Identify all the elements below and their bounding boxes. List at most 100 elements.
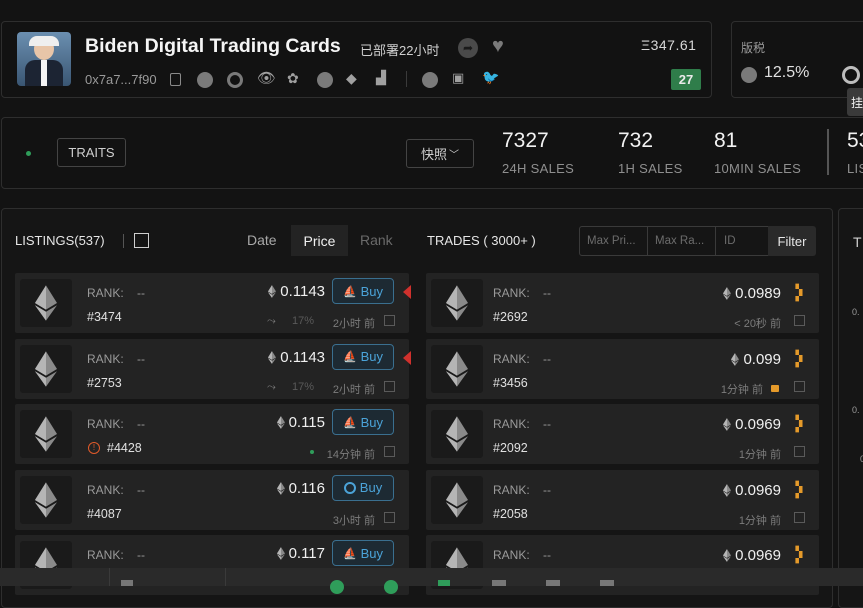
alert-flag-icon: [403, 350, 411, 365]
traits-button[interactable]: TRAITS: [57, 138, 126, 167]
external-link-icon[interactable]: [794, 380, 805, 392]
nft-thumbnail[interactable]: [431, 344, 483, 393]
token-id[interactable]: #2692: [493, 310, 528, 324]
token-id[interactable]: #3456: [493, 376, 528, 390]
opensea-icon: ⛵: [342, 285, 357, 298]
price-value: 0.116: [288, 479, 325, 497]
nft-thumbnail[interactable]: [431, 475, 483, 524]
twitter-icon[interactable]: 🐦: [482, 69, 499, 86]
diamond-icon[interactable]: ◆: [346, 70, 357, 87]
token-id[interactable]: #2058: [493, 507, 528, 521]
rank-value: --: [137, 286, 145, 300]
green-icon[interactable]: [384, 580, 398, 594]
royalty-card: 版税 12.5%: [731, 21, 863, 98]
buy-label: Buy: [360, 414, 384, 430]
contract-address[interactable]: 0x7a7...7f90: [85, 72, 157, 87]
token-id[interactable]: #4428: [107, 441, 142, 455]
listing-row[interactable]: RANK: -- 0.117 ⛵ Buy: [15, 535, 409, 595]
price-value: 0.099: [743, 350, 781, 368]
collection-header: Biden Digital Trading Cards 已部署22小时 ➦ ♥ …: [1, 21, 712, 98]
external-link-icon[interactable]: [384, 511, 395, 523]
max-price-input[interactable]: Max Pri...: [579, 226, 648, 256]
doc-icon[interactable]: [438, 580, 450, 586]
nft-thumbnail[interactable]: [431, 410, 483, 458]
listing-row[interactable]: RANK: -- #3474 0.1143 ⛵ Buy ⤳ 17% 2小时 前: [15, 273, 409, 333]
rank-value: --: [137, 482, 145, 497]
price-value: 0.117: [288, 545, 325, 562]
toolbar-item[interactable]: [225, 568, 310, 586]
max-rank-input[interactable]: Max Ra...: [647, 226, 716, 256]
trade-row[interactable]: RANK: -- #2692 0.0989 ▚ ▞ < 20秒 前: [426, 273, 819, 333]
share-icon[interactable]: ➦: [458, 38, 478, 58]
filters: Max Pri... Max Ra... ID Filter: [579, 226, 817, 256]
chart-icon[interactable]: ▟: [376, 70, 386, 86]
opensea-icon: ⛵: [342, 547, 357, 560]
eth-icon: [723, 549, 732, 562]
token-id[interactable]: #2753: [87, 376, 122, 390]
id-input[interactable]: ID: [715, 226, 769, 256]
external-link-icon[interactable]: [384, 380, 395, 392]
buy-button[interactable]: ⛵ Buy: [332, 540, 394, 566]
opensea-icon[interactable]: [197, 72, 213, 88]
nft-thumbnail[interactable]: [20, 344, 72, 393]
trade-row[interactable]: RANK: -- #3456 0.099 ▚ ▞ 1分钟 前: [426, 338, 819, 399]
external-link-icon[interactable]: [794, 315, 805, 326]
green-icon[interactable]: [330, 580, 344, 594]
rank-label: RANK:: [87, 482, 124, 497]
eye-icon[interactable]: 👁: [257, 69, 276, 87]
mail-icon[interactable]: [492, 580, 506, 586]
marketplace-tag-icon: ▚ ▞: [795, 480, 803, 498]
rank-value: --: [543, 482, 551, 497]
royalty-value: 12.5%: [764, 64, 810, 81]
toolbar-item[interactable]: [0, 568, 110, 586]
buy-button[interactable]: Buy: [332, 474, 394, 501]
discord-icon[interactable]: ▣: [452, 70, 464, 86]
gift-icon[interactable]: [600, 580, 614, 586]
buy-button[interactable]: ⛵ Buy: [332, 343, 394, 370]
sort-tab-price-label: Price: [303, 232, 336, 249]
rank-label: RANK:: [493, 417, 530, 431]
calendar-icon[interactable]: [121, 580, 133, 586]
price-value: 0.1143: [280, 283, 325, 300]
buy-button[interactable]: ⛵ Buy: [332, 278, 394, 304]
nft-thumbnail[interactable]: [431, 279, 483, 327]
list-icon[interactable]: [546, 580, 560, 586]
looksrare-icon[interactable]: [227, 72, 243, 88]
heart-icon[interactable]: ♥: [492, 35, 504, 58]
nft-thumbnail[interactable]: [20, 279, 72, 327]
gem-icon[interactable]: ✿: [287, 70, 299, 87]
nft-thumbnail[interactable]: [20, 410, 72, 458]
external-link-icon[interactable]: [384, 446, 395, 457]
external-link-icon[interactable]: [384, 315, 395, 326]
axis-tick: 0.: [852, 405, 860, 415]
royalty-ring-icon[interactable]: [842, 66, 860, 84]
sort-tab-date[interactable]: Date: [247, 232, 277, 248]
token-id[interactable]: #2092: [493, 441, 528, 455]
external-link-icon[interactable]: [794, 511, 805, 523]
trade-row[interactable]: RANK: -- #2092 0.0969 ▚ ▞ 1分钟 前: [426, 404, 819, 464]
select-all-checkbox[interactable]: [134, 233, 149, 248]
buy-button[interactable]: ⛵ Buy: [332, 409, 394, 435]
eth-icon: [723, 287, 732, 300]
filter-button[interactable]: Filter: [768, 226, 816, 256]
listing-price: 0.117: [276, 545, 325, 562]
trade-row[interactable]: RANK: -- #2058 0.0969 ▚ ▞ 1分钟 前: [426, 469, 819, 530]
token-id[interactable]: #4087: [87, 507, 122, 521]
copy-icon[interactable]: [170, 73, 181, 86]
x2y2-icon[interactable]: [317, 72, 333, 88]
token-id[interactable]: #3474: [87, 310, 122, 324]
snapshot-dropdown[interactable]: 快照 ﹀: [406, 139, 474, 168]
trades-title: TRADES ( 3000+ ): [427, 233, 536, 248]
listing-row[interactable]: RANK: --! #4428 0.115 ⛵ Buy 14分钟 前: [15, 404, 409, 464]
price-value: 0.0969: [735, 547, 781, 564]
trade-row[interactable]: RANK: -- 0.0969 ▚ ▞: [426, 535, 819, 595]
analytics-icon[interactable]: [422, 72, 438, 88]
trade-time: 1分钟 前: [720, 383, 763, 396]
sort-tab-price[interactable]: Price: [291, 225, 348, 256]
sort-tab-rank[interactable]: Rank: [360, 232, 393, 248]
external-link-icon[interactable]: [794, 446, 805, 457]
collection-avatar[interactable]: [17, 32, 71, 86]
listing-row[interactable]: RANK: -- #2753 0.1143 ⛵ Buy ⤳ 17% 2小时 前: [15, 338, 409, 399]
listing-row[interactable]: RANK: -- #4087 0.116 Buy 3小时 前: [15, 469, 409, 530]
nft-thumbnail[interactable]: [20, 475, 72, 524]
